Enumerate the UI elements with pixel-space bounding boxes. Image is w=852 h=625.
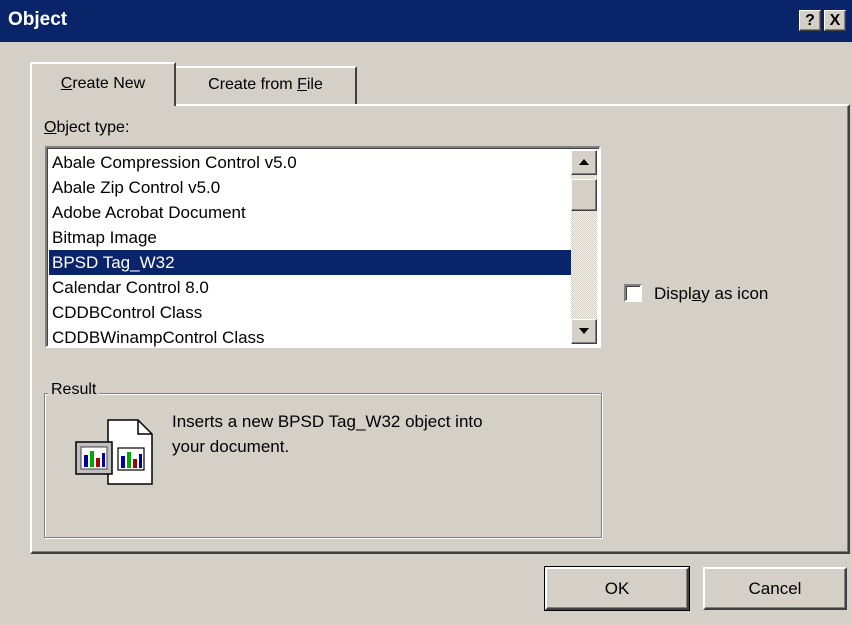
embedded-object-icon [75, 419, 153, 485]
object-type-list[interactable]: Abale Compression Control v5.0 Abale Zip… [45, 146, 601, 348]
tab-create-new-accel: C [60, 75, 73, 92]
object-type-label-rest: bject type: [56, 119, 130, 136]
scroll-up-arrow-icon [579, 159, 589, 166]
tab-create-new-label-rest: reate New [72, 75, 146, 92]
ok-button[interactable]: OK [544, 566, 690, 611]
scroll-up-button[interactable] [571, 150, 597, 175]
tab-create-from-file-accel: F [297, 76, 307, 93]
result-text-line1: Inserts a new BPSD Tag_W32 object into [172, 412, 483, 431]
list-item[interactable]: CDDBControl Class [49, 300, 571, 325]
tab-create-from-file-label: Create from [208, 76, 298, 93]
tab-create-from-file-label-rest: ile [306, 76, 323, 93]
help-button[interactable]: ? [799, 10, 821, 31]
vertical-scrollbar[interactable] [571, 150, 597, 344]
result-description: Inserts a new BPSD Tag_W32 object into y… [172, 409, 592, 459]
scroll-down-button[interactable] [571, 319, 597, 344]
display-as-icon-label-pre: Displ [654, 284, 692, 303]
scroll-down-arrow-icon [579, 328, 589, 335]
display-as-icon-label-rest: y as icon [701, 284, 769, 303]
list-item[interactable]: Abale Compression Control v5.0 [49, 150, 571, 175]
list-item-selected[interactable]: BPSD Tag_W32 [49, 250, 571, 275]
close-button[interactable]: X [824, 10, 846, 31]
list-item[interactable]: Abale Zip Control v5.0 [49, 175, 571, 200]
display-as-icon-checkbox[interactable] [624, 284, 642, 302]
list-item[interactable]: Bitmap Image [49, 225, 571, 250]
window-title: Object [8, 9, 68, 30]
tab-create-from-file[interactable]: Create from File [176, 66, 357, 104]
object-type-items: Abale Compression Control v5.0 Abale Zip… [49, 150, 571, 350]
list-item[interactable]: CDDBWinampControl Class [49, 325, 571, 350]
tab-create-new[interactable]: Create New [30, 62, 176, 106]
object-type-label: Object type: [44, 119, 129, 137]
title-bar[interactable]: Object ? X [0, 0, 852, 42]
result-text-line2: your document. [172, 437, 290, 456]
display-as-icon-label[interactable]: Display as icon [654, 284, 768, 304]
object-type-label-accel: O [44, 119, 57, 136]
result-group-title: Result [48, 381, 100, 399]
cancel-button[interactable]: Cancel [703, 567, 847, 610]
display-as-icon-label-accel: a [691, 284, 702, 303]
list-item[interactable]: Calendar Control 8.0 [49, 275, 571, 300]
scroll-thumb[interactable] [571, 179, 597, 211]
list-item[interactable]: Adobe Acrobat Document [49, 200, 571, 225]
